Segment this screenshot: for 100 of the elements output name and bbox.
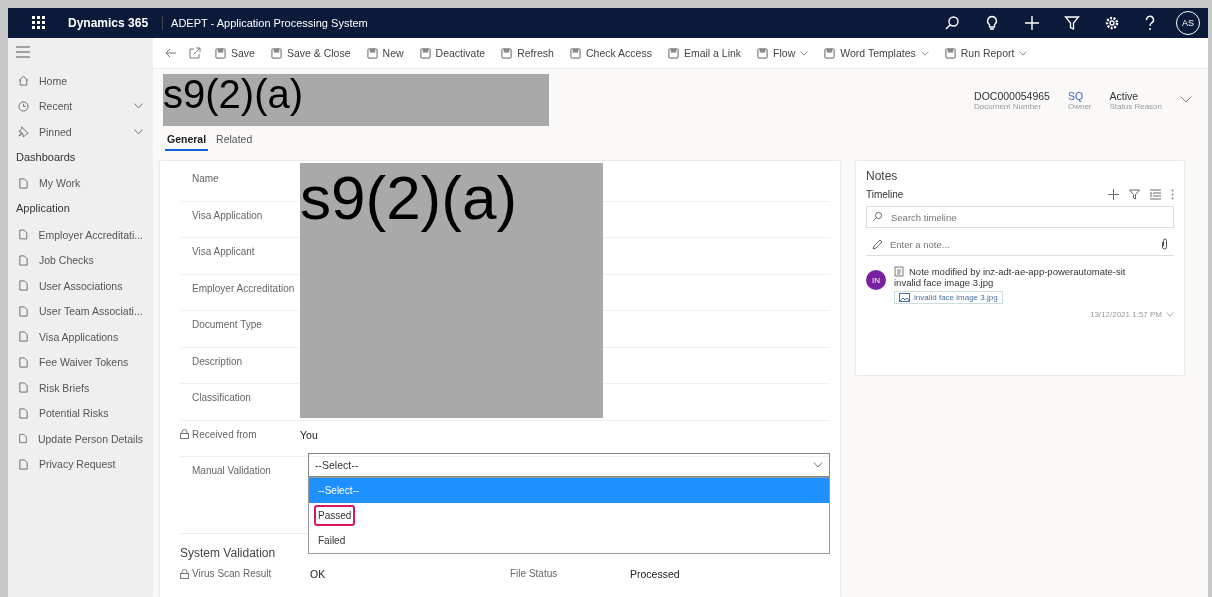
sidebar-item[interactable]: Update Person Details [8, 426, 153, 452]
field-label: Visa Applicant [191, 245, 256, 257]
chevron-down-icon[interactable] [134, 103, 143, 110]
lightbulb-icon[interactable] [984, 15, 1000, 31]
document-icon [18, 280, 29, 292]
redaction-block: s9(2)(a) [300, 163, 603, 418]
sidebar-item[interactable]: Potential Risks [8, 400, 153, 426]
chevron-down-icon [1019, 50, 1028, 56]
command-button[interactable]: New [364, 45, 406, 61]
field-label: Classification [191, 391, 252, 403]
app-title[interactable]: ADEPT - Application Processing System [171, 17, 368, 29]
app-launcher-icon[interactable] [32, 16, 46, 30]
command-icon [824, 47, 836, 59]
sidebar-item[interactable]: User Team Associati... [8, 298, 153, 324]
home-icon [18, 75, 29, 87]
command-icon [501, 47, 513, 59]
back-arrow-icon[interactable] [165, 48, 177, 58]
pin-icon [18, 126, 29, 138]
panel-title: Notes [866, 169, 899, 183]
note-input-field[interactable]: Enter a note... [866, 234, 1174, 256]
command-button[interactable]: Save & Close [268, 45, 353, 61]
document-icon [18, 407, 29, 419]
dropdown-field[interactable]: --Select-- [308, 453, 830, 477]
sidebar-item[interactable]: My Work [8, 170, 153, 196]
note-text: invalid face image 3.jpg [894, 277, 995, 288]
document-icon [18, 254, 29, 266]
sidebar-item[interactable]: Fee Waiver Tokens [8, 349, 153, 375]
attachment-link[interactable]: invalid face image 3.jpg [894, 291, 1003, 304]
document-icon [18, 177, 29, 189]
note-title: Note modified by inz-adt-ae-app-powerautomate-sit [909, 266, 1126, 277]
field-label: Description [191, 354, 244, 367]
header-field-label: Status Reason [1109, 101, 1162, 111]
chevron-down-icon[interactable] [134, 128, 143, 135]
clock-icon [18, 100, 29, 112]
header-field-label: Document Number [974, 101, 1043, 111]
plus-icon[interactable] [1108, 189, 1119, 200]
sidebar-item[interactable]: Visa Applications [8, 324, 153, 350]
dropdown-option[interactable]: Passed [309, 503, 829, 528]
note-icon [894, 266, 904, 277]
field-value: Processed [630, 566, 681, 580]
timeline-title: Timeline [866, 189, 904, 200]
document-icon [18, 382, 29, 394]
command-icon [419, 47, 431, 59]
chevron-down-icon [813, 462, 823, 468]
document-icon [18, 229, 29, 241]
sidebar-item[interactable]: Job Checks [8, 247, 153, 273]
command-button[interactable]: Refresh [499, 45, 556, 61]
command-button[interactable]: Word Templates [822, 45, 931, 61]
command-icon [215, 47, 226, 59]
header-field-value: Active [1109, 89, 1140, 102]
note-timestamp: 13/12/2021 1:57 PM [1089, 310, 1162, 319]
field-label: File Status [510, 568, 558, 579]
command-icon [270, 47, 282, 59]
sidebar-item[interactable]: Employer Accreditati... [8, 222, 153, 248]
command-button[interactable]: Email a Link [665, 45, 744, 61]
command-button[interactable]: Deactivate [417, 45, 488, 61]
paperclip-icon[interactable] [1161, 238, 1168, 250]
sidebar-item[interactable]: User Associations [8, 273, 153, 299]
field-label: Document Type [191, 318, 263, 330]
command-button[interactable]: Run Report [942, 45, 1030, 61]
field-value: You [300, 427, 318, 441]
document-icon [18, 356, 29, 368]
field-label: Manual Validation [191, 464, 272, 476]
header-field-value: DOC000054965 [974, 89, 1050, 102]
redaction-block: s9(2)(a) [163, 74, 549, 126]
field-label: Employer Accreditation [191, 281, 296, 294]
lock-icon [180, 568, 189, 579]
tab[interactable]: Related [214, 129, 255, 151]
search-field[interactable]: Search timeline [866, 206, 1174, 228]
command-icon [569, 47, 581, 59]
section-heading: System Validation [180, 544, 276, 562]
dropdown-option[interactable]: Failed [309, 528, 829, 553]
app-name[interactable]: Dynamics 365 [68, 16, 149, 30]
sidebar-section-heading: Application [15, 201, 71, 216]
user-avatar: IN [866, 270, 886, 290]
header-field-value[interactable]: SQ [1067, 89, 1092, 102]
help-icon[interactable] [1144, 15, 1156, 31]
lock-icon [180, 429, 189, 439]
sidebar-item[interactable]: Recent [8, 93, 153, 119]
command-button[interactable]: Check Access [567, 45, 654, 61]
field-label: Name [191, 172, 220, 184]
chevron-down-icon[interactable] [1180, 95, 1192, 103]
settings-icon[interactable] [1104, 15, 1120, 31]
sidebar-item[interactable]: Privacy Request [8, 451, 153, 477]
search-icon[interactable] [944, 15, 960, 31]
option-label: Failed [317, 534, 347, 548]
image-icon [899, 293, 910, 302]
sidebar-item[interactable]: Home [8, 68, 153, 94]
more-icon[interactable] [1171, 189, 1174, 200]
sidebar-item[interactable]: Risk Briefs [8, 375, 153, 401]
field-label: Visa Application [191, 208, 264, 221]
sidebar-item[interactable]: Pinned [8, 119, 153, 145]
document-icon [18, 433, 28, 445]
popout-icon[interactable] [189, 47, 201, 59]
document-icon [18, 331, 29, 343]
command-button[interactable]: Save [213, 45, 257, 61]
tab[interactable]: General [165, 129, 209, 151]
command-button[interactable]: Flow [755, 45, 811, 61]
document-icon [18, 458, 29, 470]
option-label: --Select-- [317, 484, 361, 498]
